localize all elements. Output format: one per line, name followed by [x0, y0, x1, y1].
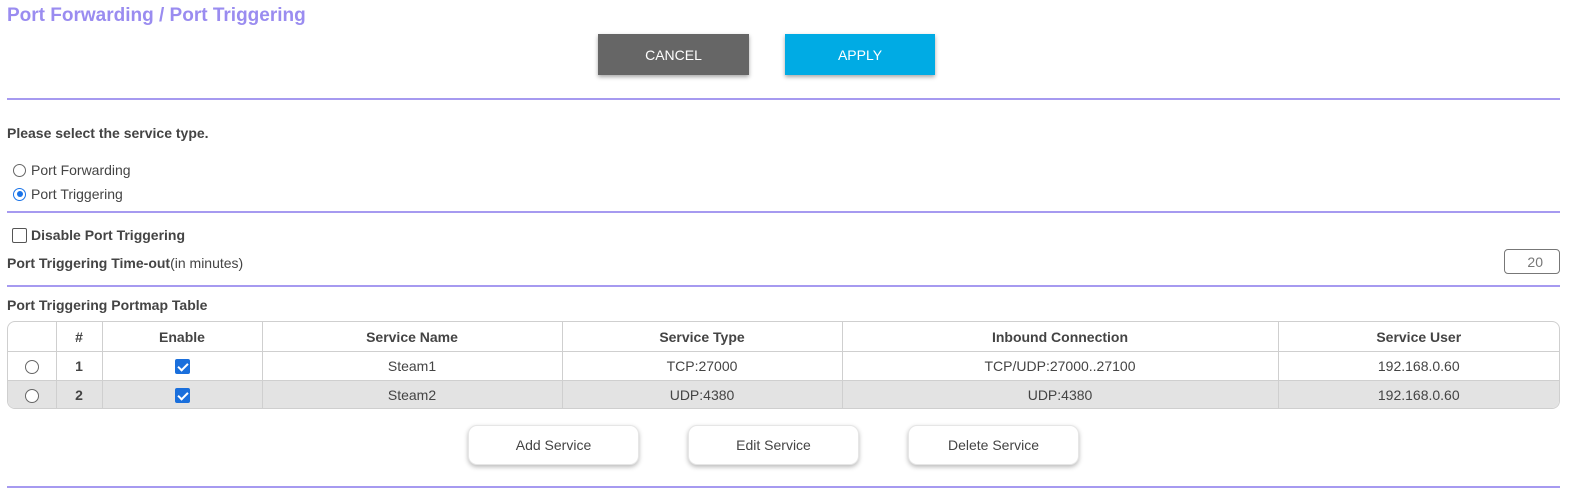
- row-select[interactable]: [8, 380, 56, 408]
- timeout-label-text: Port Triggering Time-out: [7, 255, 171, 271]
- radio-port-triggering[interactable]: Port Triggering: [13, 185, 123, 203]
- add-service-button[interactable]: Add Service: [468, 425, 639, 465]
- checkbox-icon[interactable]: [12, 227, 27, 243]
- col-service-type: Service Type: [561, 322, 842, 352]
- timeout-label: Port Triggering Time-out(in minutes): [7, 255, 243, 271]
- radio-port-forwarding[interactable]: Port Forwarding: [13, 161, 131, 179]
- divider: [7, 486, 1560, 488]
- page-title: Port Forwarding / Port Triggering: [7, 5, 306, 26]
- edit-service-button[interactable]: Edit Service: [688, 425, 859, 465]
- table-row[interactable]: 1 Steam1 TCP:27000 TCP/UDP:27000..27100 …: [8, 351, 1559, 381]
- divider: [7, 211, 1560, 213]
- row-number: 2: [55, 380, 102, 408]
- cancel-button[interactable]: CANCEL: [598, 34, 749, 75]
- radio-icon[interactable]: [13, 163, 26, 177]
- col-service-user: Service User: [1277, 322, 1559, 352]
- row-service-user: 192.168.0.60: [1277, 351, 1559, 381]
- timeout-input[interactable]: [1504, 249, 1560, 274]
- radio-label: Port Forwarding: [31, 162, 131, 178]
- col-inbound-connection: Inbound Connection: [841, 322, 1278, 352]
- apply-button[interactable]: APPLY: [785, 34, 935, 75]
- radio-selected-icon[interactable]: [13, 187, 26, 201]
- checkbox-checked-icon[interactable]: [174, 388, 190, 404]
- timeout-unit: (in minutes): [170, 255, 244, 271]
- radio-icon[interactable]: [24, 389, 39, 404]
- divider: [7, 285, 1560, 287]
- table-row[interactable]: 2 Steam2 UDP:4380 UDP:4380 192.168.0.60: [8, 380, 1559, 408]
- row-service-name: Steam1: [261, 351, 562, 381]
- portmap-table-title: Port Triggering Portmap Table: [7, 297, 208, 313]
- row-enable[interactable]: [101, 380, 262, 408]
- delete-service-button[interactable]: Delete Service: [908, 425, 1079, 465]
- row-inbound-connection: UDP:4380: [841, 380, 1278, 408]
- row-service-type: TCP:27000: [561, 351, 842, 381]
- col-number: #: [55, 322, 102, 352]
- col-enable: Enable: [101, 322, 262, 352]
- row-service-type: UDP:4380: [561, 380, 842, 408]
- row-select[interactable]: [8, 351, 56, 381]
- row-number: 1: [55, 351, 102, 381]
- row-enable[interactable]: [101, 351, 262, 381]
- disable-port-triggering[interactable]: Disable Port Triggering: [12, 227, 185, 243]
- service-type-prompt: Please select the service type.: [7, 125, 209, 141]
- col-select: [8, 322, 56, 352]
- row-service-user: 192.168.0.60: [1277, 380, 1559, 408]
- row-service-name: Steam2: [261, 380, 562, 408]
- divider: [7, 98, 1560, 100]
- col-service-name: Service Name: [261, 322, 562, 352]
- disable-port-triggering-label: Disable Port Triggering: [31, 227, 186, 243]
- radio-icon[interactable]: [24, 360, 39, 375]
- portmap-table: # Enable Service Name Service Type Inbou…: [7, 321, 1560, 409]
- radio-label: Port Triggering: [31, 186, 123, 202]
- checkbox-checked-icon[interactable]: [174, 359, 190, 375]
- row-inbound-connection: TCP/UDP:27000..27100: [841, 351, 1278, 381]
- table-header-row: # Enable Service Name Service Type Inbou…: [8, 322, 1559, 352]
